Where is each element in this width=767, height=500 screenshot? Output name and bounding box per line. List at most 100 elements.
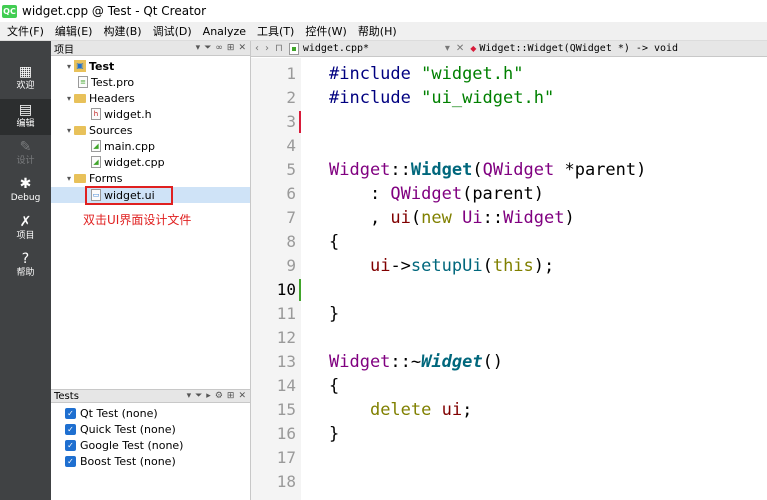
open-file-selector[interactable]: widget.cpp*: [303, 43, 445, 54]
test-item-google[interactable]: ✓ Google Test (none): [65, 437, 183, 453]
code-line: {: [329, 232, 340, 252]
tree-item-widget-cpp[interactable]: ◢ widget.cpp: [91, 154, 165, 170]
pencil-icon: ✎: [19, 139, 32, 155]
forward-arrow-icon[interactable]: ›: [265, 43, 269, 54]
code-line: delete ui;: [369, 400, 473, 420]
line-number: 8: [286, 232, 296, 251]
mode-debug[interactable]: ✱ Debug: [0, 173, 51, 209]
mode-projects[interactable]: ✗ 项目: [0, 211, 51, 247]
chevron-down-icon[interactable]: ▾: [64, 62, 74, 71]
line-number: 1: [286, 64, 296, 83]
menu-debug[interactable]: 调试(D): [149, 23, 196, 39]
mode-design[interactable]: ✎ 设计: [0, 136, 51, 172]
code-line: Widget::Widget(QWidget *parent): [329, 160, 647, 180]
tree-item-label: Sources: [89, 123, 133, 137]
test-item-quick[interactable]: ✓ Quick Test (none): [65, 421, 176, 437]
tree-item-headers[interactable]: ▾ Headers: [64, 90, 135, 106]
tests-pane-title: Tests: [54, 390, 79, 402]
line-number: 15: [276, 400, 296, 419]
checkbox-checked-icon[interactable]: ✓: [65, 407, 76, 419]
menu-file[interactable]: 文件(F): [3, 23, 48, 39]
tree-item-test-pro[interactable]: ≡ Test.pro: [78, 74, 134, 90]
code-editor[interactable]: [301, 58, 767, 500]
cpp-file-icon: [288, 42, 299, 55]
filter-icon[interactable]: ⏷: [204, 43, 211, 53]
highlight-box: [85, 186, 173, 205]
editor-toolbar: ‹ › ⊓ widget.cpp* ▾ ✕ ◆ Widget::Widget(Q…: [251, 41, 767, 57]
menu-analyze[interactable]: Analyze: [199, 25, 250, 38]
tests-pane-toolbar: Tests ▾ ⏷ ▸ ⚙ ⊞ ✕: [51, 389, 250, 403]
test-item-qt[interactable]: ✓ Qt Test (none): [65, 405, 158, 421]
tree-item-sources[interactable]: ▾ Sources: [64, 122, 133, 138]
annotation-text: 双击UI界面设计文件: [83, 213, 192, 227]
tree-item-widget-h[interactable]: h widget.h: [91, 106, 152, 122]
checkbox-checked-icon[interactable]: ✓: [65, 439, 76, 451]
split-icon[interactable]: ⊞: [227, 43, 235, 53]
current-line-number: 10: [276, 280, 296, 299]
code-line: #include "ui_widget.h": [329, 88, 555, 108]
menu-build[interactable]: 构建(B): [99, 23, 145, 39]
edit-document-icon: ▤: [18, 102, 33, 118]
close-icon[interactable]: ✕: [238, 391, 246, 401]
line-number: 3: [286, 112, 296, 131]
menu-edit[interactable]: 编辑(E): [51, 23, 97, 39]
close-icon[interactable]: ✕: [238, 43, 246, 53]
mode-welcome[interactable]: ▦ 欢迎: [0, 61, 51, 97]
tree-item-label: main.cpp: [104, 139, 155, 153]
mode-help[interactable]: ? 帮助: [0, 248, 51, 284]
title-bar: QC widget.cpp @ Test - Qt Creator: [0, 0, 767, 22]
pro-file-icon: ≡: [78, 76, 88, 88]
projects-pane-toolbar: 项目 ▾ ⏷ ∞ ⊞ ✕: [51, 41, 250, 56]
folder-icon: [74, 173, 86, 183]
tree-item-label: Test: [89, 59, 115, 73]
mode-debug-label: Debug: [10, 193, 41, 203]
folder-icon: [74, 93, 86, 103]
dropdown-arrow-icon[interactable]: ▾: [196, 43, 201, 53]
dropdown-arrow-icon[interactable]: ▾: [187, 391, 192, 401]
test-item-boost[interactable]: ✓ Boost Test (none): [65, 453, 176, 469]
line-number: 18: [276, 472, 296, 491]
checkbox-checked-icon[interactable]: ✓: [65, 455, 76, 467]
split-icon[interactable]: ⊞: [227, 391, 235, 401]
filter-icon[interactable]: ⏷: [195, 391, 202, 401]
back-arrow-icon[interactable]: ‹: [255, 43, 259, 54]
tree-item-label: Headers: [89, 91, 135, 105]
tree-item-test[interactable]: ▾ ▣ Test: [64, 58, 114, 74]
mode-projects-label: 项目: [16, 231, 35, 241]
lock-icon: ⊓: [275, 43, 283, 54]
test-item-label: Qt Test (none): [80, 406, 158, 420]
line-number-gutter: 1 2 3 4 5 6 7 8 9 10 11 12 13 14 15 16 1…: [251, 58, 301, 500]
header-file-icon: h: [91, 108, 101, 120]
symbol-selector[interactable]: Widget::Widget(QWidget *) -> void: [479, 43, 678, 54]
mode-edit[interactable]: ▤ 编辑: [0, 99, 51, 135]
line-number: 6: [286, 184, 296, 203]
test-item-label: Boost Test (none): [80, 454, 176, 468]
cpp-file-icon: ◢: [91, 140, 101, 152]
line-number: 5: [286, 160, 296, 179]
dropdown-arrow-icon[interactable]: ▾: [445, 43, 450, 54]
line-number: 7: [286, 208, 296, 227]
close-icon[interactable]: ✕: [456, 43, 464, 54]
settings-icon[interactable]: ⚙: [215, 391, 223, 401]
help-icon: ?: [21, 251, 30, 267]
run-icon[interactable]: ▸: [206, 391, 211, 401]
qt-creator-logo-icon: QC: [2, 4, 17, 18]
mode-bar: ▦ 欢迎 ▤ 编辑 ✎ 设计 ✱ Debug ✗ 项目 ? 帮助: [0, 41, 51, 500]
tree-item-label: Forms: [89, 171, 123, 185]
code-line: }: [329, 304, 340, 324]
chevron-down-icon[interactable]: ▾: [64, 94, 74, 103]
tree-item-main-cpp[interactable]: ◢ main.cpp: [91, 138, 155, 154]
cpp-file-icon: ◢: [91, 156, 101, 168]
chevron-down-icon[interactable]: ▾: [64, 174, 74, 183]
link-icon[interactable]: ∞: [215, 43, 223, 53]
mode-welcome-label: 欢迎: [16, 81, 35, 91]
chevron-down-icon[interactable]: ▾: [64, 126, 74, 135]
menu-help[interactable]: 帮助(H): [354, 23, 401, 39]
code-line: ui->setupUi(this);: [369, 256, 555, 276]
checkbox-checked-icon[interactable]: ✓: [65, 423, 76, 435]
menu-controls[interactable]: 控件(W): [301, 23, 350, 39]
tree-item-forms[interactable]: ▾ Forms: [64, 170, 122, 186]
folder-icon: [74, 125, 86, 135]
menu-tools[interactable]: 工具(T): [253, 23, 298, 39]
line-number: 13: [276, 352, 296, 371]
